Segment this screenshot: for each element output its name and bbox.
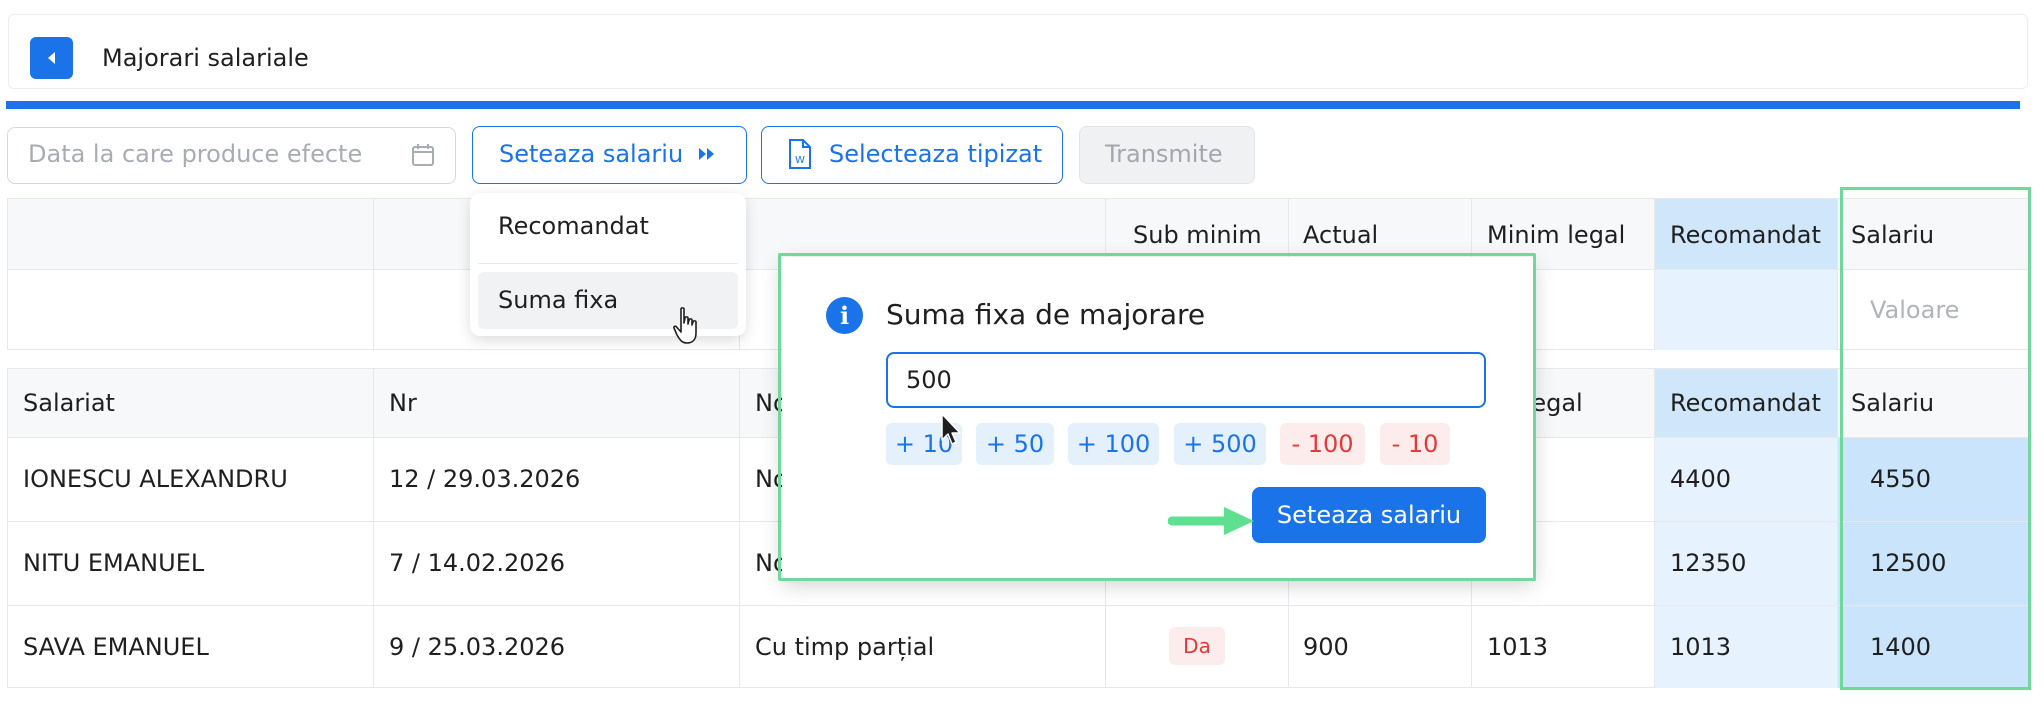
dropdown-divider	[478, 263, 738, 264]
contract-nr: 9 / 25.03.2026	[389, 633, 566, 661]
contract-nr: 12 / 29.03.2026	[389, 465, 581, 493]
employee-name: NITU EMANUEL	[23, 549, 205, 577]
word-document-icon: W	[789, 139, 811, 169]
header-sub-minim: Sub minim	[1133, 221, 1262, 249]
svg-text:W: W	[795, 155, 805, 166]
chip-minus-100[interactable]: - 100	[1280, 423, 1365, 465]
calendar-icon	[412, 144, 434, 166]
info-icon: i	[826, 297, 863, 334]
popup-submit-button[interactable]: Seteaza salariu	[1252, 487, 1486, 543]
filter-cell	[1655, 269, 1838, 350]
transmit-label: Transmite	[1105, 140, 1223, 168]
header-minim-legal: Minim legal	[1487, 221, 1626, 249]
header-recomandat: Recomandat	[1670, 221, 1821, 249]
header-actual: Actual	[1303, 221, 1379, 249]
column-header	[374, 369, 740, 437]
chevron-left-icon	[47, 52, 55, 64]
norma: Cu timp parțial	[755, 633, 935, 661]
progress-bar	[6, 101, 2020, 109]
header-nr: Nr	[389, 389, 417, 417]
chip-plus-500[interactable]: + 500	[1174, 423, 1266, 465]
effective-date-placeholder: Data la care produce efecte	[28, 140, 363, 168]
fixed-amount-input[interactable]	[886, 352, 1486, 408]
header-salariat: Salariat	[23, 389, 115, 417]
recommended-salary: 4400	[1670, 465, 1732, 493]
minim-legal: 1013	[1487, 633, 1549, 661]
dropdown-item-recomandat[interactable]: Recomandat	[498, 212, 649, 240]
chip-minus-10[interactable]: - 10	[1380, 423, 1450, 465]
page-header	[8, 14, 2028, 89]
arrow-cursor-icon	[941, 413, 961, 445]
sub-minim-badge: Da	[1169, 627, 1225, 665]
salary-column-highlight	[1840, 187, 2031, 690]
actual-salary: 900	[1303, 633, 1349, 661]
select-template-label: Selecteaza tipizat	[829, 140, 1043, 168]
employee-name: SAVA EMANUEL	[23, 633, 209, 661]
divider	[8, 605, 2028, 606]
chip-plus-50[interactable]: + 50	[976, 423, 1054, 465]
page-title: Majorari salariale	[102, 44, 309, 72]
filter-cell	[8, 269, 374, 350]
dropdown-item-suma-fixa-label: Suma fixa	[498, 286, 619, 314]
green-arrow-icon	[1168, 507, 1254, 535]
recommended-salary: 12350	[1670, 549, 1747, 577]
filter-header-cell	[8, 199, 374, 269]
back-button[interactable]	[30, 37, 73, 79]
employee-name: IONESCU ALEXANDRU	[23, 465, 288, 493]
header-recomandat: Recomandat	[1670, 389, 1821, 417]
set-salary-label: Seteaza salariu	[499, 140, 684, 168]
double-chevron-right-icon	[699, 148, 714, 160]
chip-plus-100[interactable]: + 100	[1068, 423, 1159, 465]
contract-nr: 7 / 14.02.2026	[389, 549, 566, 577]
hand-cursor-icon	[673, 307, 697, 344]
popup-title: Suma fixa de majorare	[886, 298, 1206, 331]
recommended-salary: 1013	[1670, 633, 1732, 661]
